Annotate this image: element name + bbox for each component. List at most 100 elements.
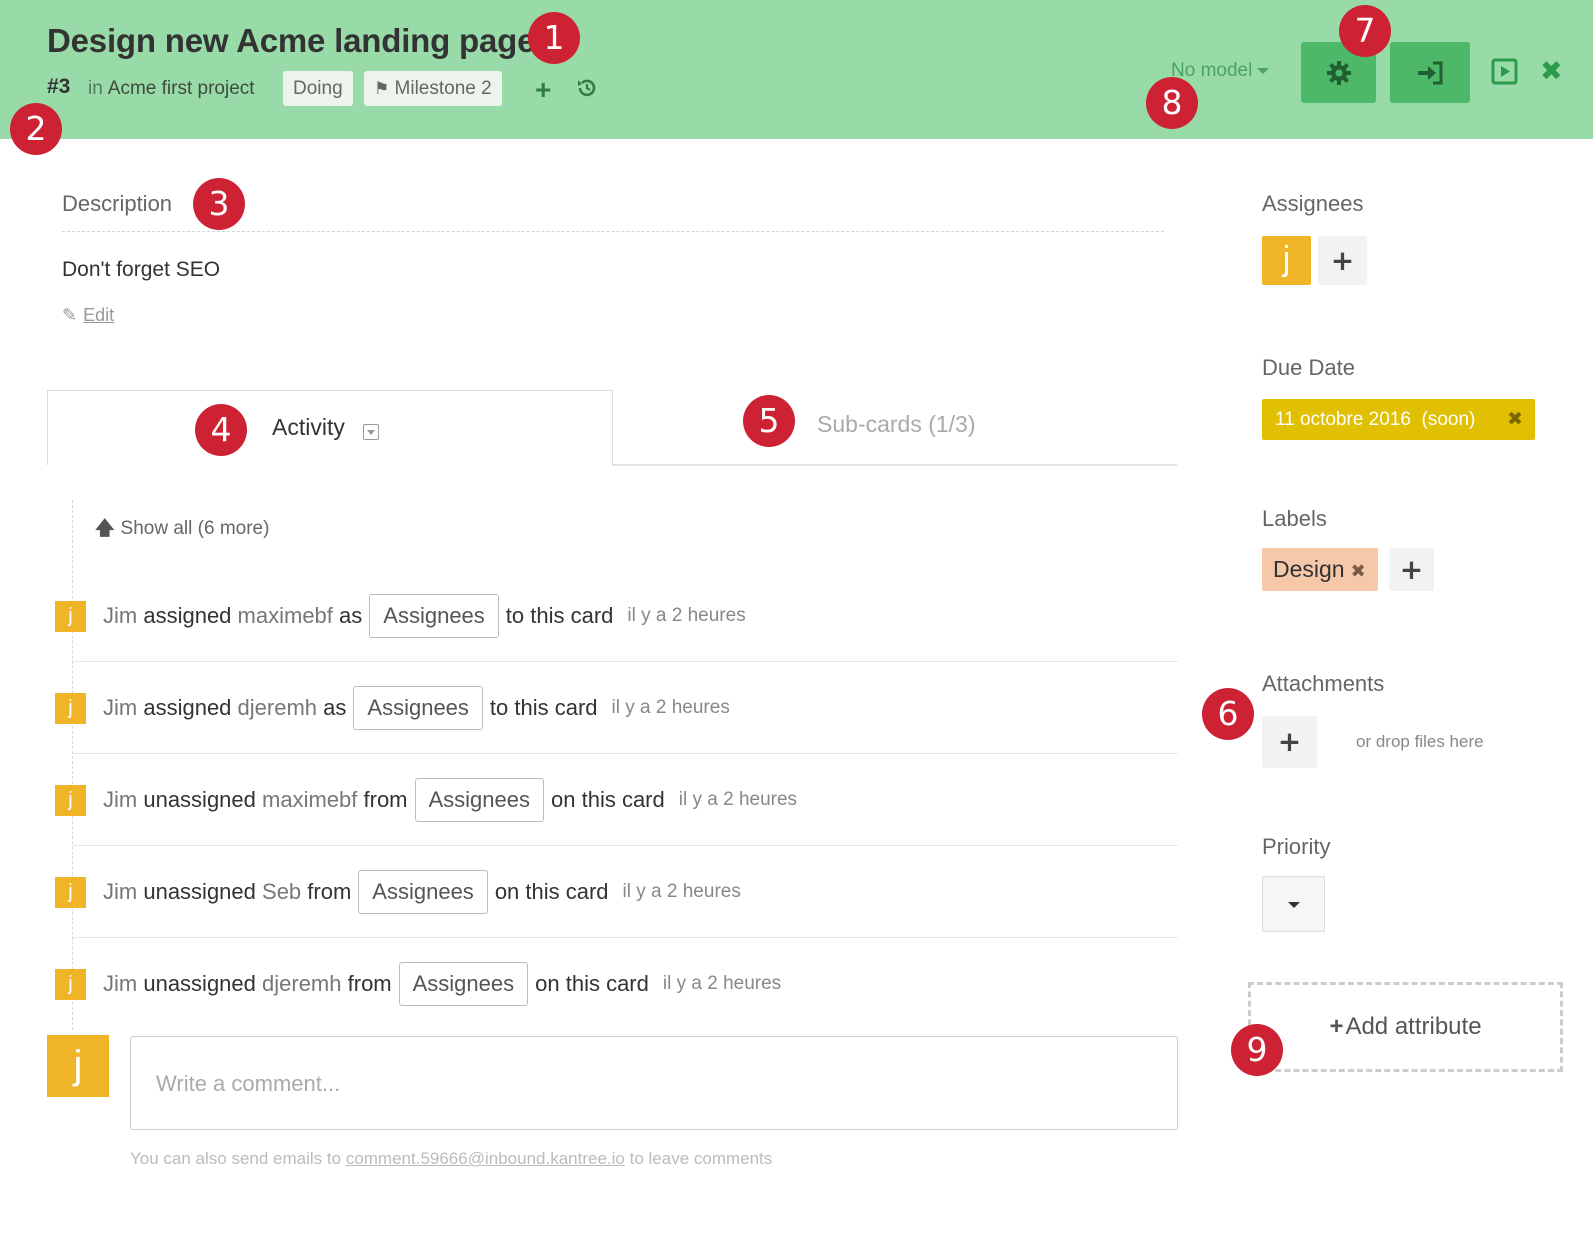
badge-1: 1	[528, 12, 580, 64]
edit-description-link[interactable]: ✎ Edit	[62, 305, 114, 326]
activity-actor[interactable]: Jim	[103, 879, 137, 905]
attribute-chip: Assignees	[353, 686, 483, 730]
activity-actor[interactable]: Jim	[103, 971, 137, 997]
activity-target[interactable]: Seb	[262, 879, 301, 905]
show-all-label: Show all (6 more)	[120, 518, 270, 539]
activity-item: j Jim assigned djeremh as Assignees to t…	[55, 684, 730, 732]
drop-files-hint: or drop files here	[1356, 732, 1484, 751]
activity-item: j Jim unassigned djeremh from Assignees …	[55, 960, 781, 1008]
priority-dropdown[interactable]	[1262, 876, 1325, 932]
tabs-underline	[612, 464, 1177, 466]
card-title[interactable]: Design new Acme landing page	[47, 22, 535, 60]
current-user-avatar: j	[47, 1035, 109, 1097]
badge-7: 7	[1339, 5, 1391, 57]
comment-placeholder: Write a comment...	[156, 1071, 341, 1096]
avatar[interactable]: j	[55, 600, 86, 632]
card-project[interactable]: in Acme first project	[88, 78, 255, 100]
remove-label-icon[interactable]: ✖	[1351, 561, 1366, 581]
attribute-chip: Assignees	[369, 594, 499, 638]
activity-filter-icon[interactable]	[363, 424, 379, 440]
add-assignee-button[interactable]: +	[1318, 236, 1367, 285]
due-date-badge[interactable]: 11 octobre 2016 (soon) ✖	[1262, 399, 1535, 440]
activity-actor[interactable]: Jim	[103, 695, 137, 721]
add-attachment-button[interactable]: +	[1262, 716, 1317, 768]
plus-icon[interactable]: +	[535, 76, 551, 104]
close-icon[interactable]: ✖	[1540, 58, 1563, 85]
activity-target[interactable]: djeremh	[262, 971, 341, 997]
avatar[interactable]: j	[55, 876, 86, 908]
avatar[interactable]: j	[55, 692, 86, 724]
activity-time: il y a 2 heures	[678, 789, 798, 810]
attachments-label: Attachments	[1262, 671, 1385, 696]
priority-label: Priority	[1262, 834, 1331, 859]
due-soon-label: (soon)	[1421, 409, 1476, 430]
edit-label: Edit	[83, 305, 115, 325]
milestone-pill[interactable]: ⚑ Milestone 2	[364, 71, 502, 106]
label-name: Design	[1273, 556, 1345, 582]
badge-2: 2	[10, 103, 62, 155]
model-dropdown[interactable]: No model	[1171, 60, 1270, 82]
activity-target[interactable]: maximebf	[238, 603, 333, 629]
arrow-up-icon: 🡅	[95, 518, 115, 539]
badge-4: 4	[195, 404, 247, 456]
model-label: No model	[1171, 60, 1253, 81]
avatar[interactable]: j	[55, 968, 86, 1000]
activity-prep: from	[307, 879, 352, 904]
email-note: You can also send emails to comment.5966…	[130, 1149, 772, 1169]
activity-divider	[73, 753, 1178, 754]
show-all-button[interactable]: 🡅 Show all (6 more)	[95, 514, 269, 546]
history-icon[interactable]	[576, 77, 598, 104]
activity-item: j Jim unassigned Seb from Assignees on t…	[55, 868, 741, 916]
activity-timeline	[72, 500, 73, 1030]
activity-target[interactable]: djeremh	[238, 695, 317, 721]
in-label: in	[88, 78, 103, 99]
activity-tail: on this card	[535, 971, 649, 996]
activity-divider	[73, 845, 1178, 846]
activity-verb: assigned	[143, 603, 232, 628]
activity-prep: from	[363, 787, 408, 812]
avatar[interactable]: j	[55, 784, 86, 816]
activity-verb: unassigned	[143, 879, 256, 904]
plus-icon: +	[1329, 1013, 1344, 1040]
activity-verb: unassigned	[143, 787, 256, 812]
description-divider	[62, 231, 1164, 232]
milestone-label: Milestone 2	[394, 78, 492, 99]
label-chip[interactable]: Design ✖	[1262, 548, 1378, 591]
email-note-prefix: You can also send emails to	[130, 1149, 342, 1168]
activity-prep: as	[323, 695, 347, 720]
comment-email-link[interactable]: comment.59666@inbound.kantree.io	[346, 1149, 625, 1168]
assignees-label: Assignees	[1262, 191, 1364, 216]
tab-subcards[interactable]: Sub-cards (1/3)	[817, 411, 976, 438]
badge-9: 9	[1231, 1024, 1283, 1076]
activity-target[interactable]: maximebf	[262, 787, 357, 813]
project-link[interactable]: Acme first project	[108, 78, 255, 99]
status-pill[interactable]: Doing	[283, 71, 353, 106]
activity-actor[interactable]: Jim	[103, 603, 137, 629]
attribute-chip: Assignees	[414, 778, 545, 822]
activity-tail: on this card	[494, 879, 609, 904]
attribute-chip: Assignees	[358, 870, 488, 914]
activity-time: il y a 2 heures	[662, 973, 782, 994]
flag-icon: ⚑	[374, 79, 390, 98]
activity-divider	[73, 661, 1178, 662]
badge-8: 8	[1146, 77, 1198, 129]
card-number: #3	[47, 75, 71, 98]
description-label: Description	[62, 191, 173, 216]
activity-actor[interactable]: Jim	[103, 787, 137, 813]
activity-divider	[73, 937, 1178, 938]
labels-label: Labels	[1262, 506, 1327, 531]
enter-button[interactable]	[1390, 42, 1470, 103]
present-icon[interactable]	[1491, 58, 1518, 90]
assignee-avatar[interactable]: j	[1262, 236, 1311, 285]
tab-activity-label[interactable]: Activity	[272, 414, 345, 441]
comment-input[interactable]: Write a comment...	[130, 1036, 1178, 1130]
add-attribute-button[interactable]: +Add attribute	[1248, 982, 1563, 1072]
badge-5: 5	[743, 395, 795, 447]
due-date-value: 11 octobre 2016	[1275, 409, 1411, 430]
activity-prep: from	[347, 971, 392, 996]
activity-item: j Jim unassigned maximebf from Assignees…	[55, 776, 797, 824]
add-attribute-label: Add attribute	[1345, 1013, 1482, 1040]
remove-due-date-icon[interactable]: ✖	[1507, 399, 1523, 440]
add-label-button[interactable]: +	[1389, 548, 1434, 591]
badge-6: 6	[1202, 688, 1254, 740]
